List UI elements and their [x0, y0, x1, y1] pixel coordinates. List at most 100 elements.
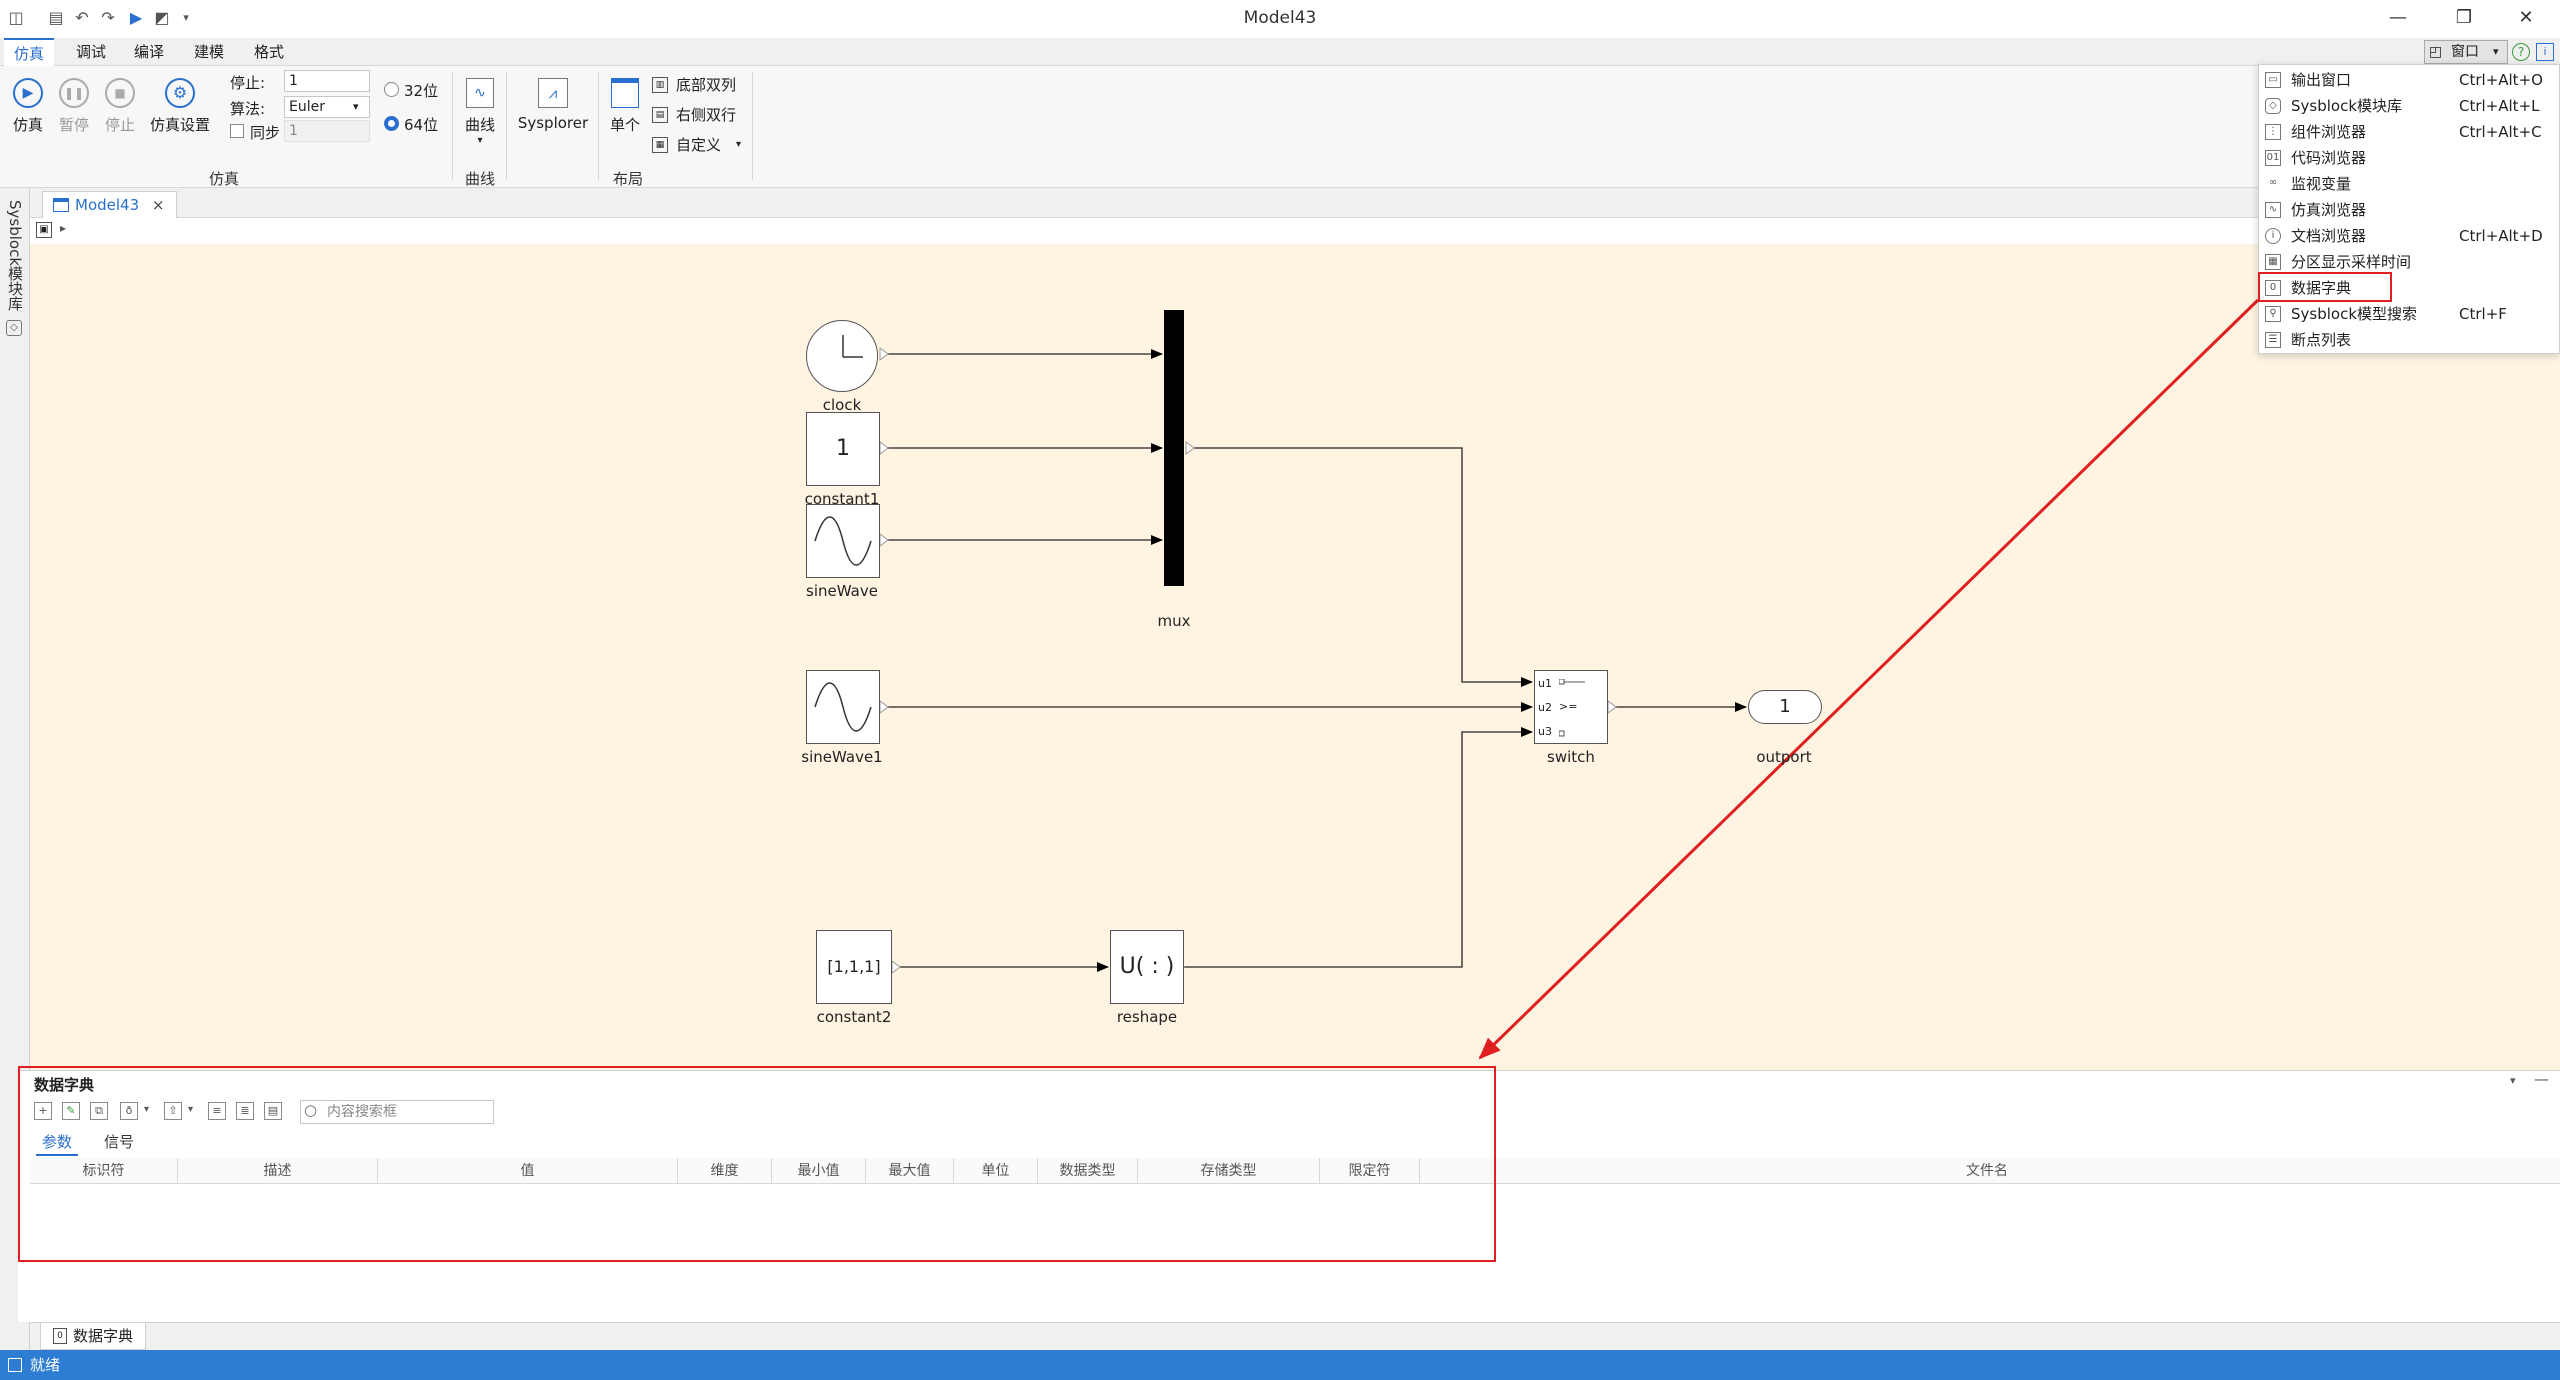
menu-item-breakpoint-list[interactable]: ☰ 断点列表	[2259, 327, 2559, 353]
sim-settings-button[interactable]: ⚙ 仿真设置	[144, 78, 216, 135]
sysblock-library-tab[interactable]: Sysblock模块库	[4, 200, 26, 311]
constant2-label: constant2	[816, 1008, 892, 1026]
chevron-down-icon: ▾	[736, 139, 742, 150]
reshape-label: reshape	[1116, 1008, 1178, 1026]
mux-block[interactable]	[1164, 310, 1184, 586]
clock-block[interactable]	[806, 320, 878, 392]
bottom-tab-bar: 0 数据字典	[30, 1322, 2560, 1350]
sine-icon	[814, 516, 872, 566]
ribbon-separator	[452, 72, 453, 180]
model-root-icon[interactable]: ▣	[36, 222, 52, 238]
title-bar: ◫ ▤ ↶ ↷ ▶ ◩ ▾ Model43 — ❐ ✕	[0, 0, 2560, 38]
pause-button[interactable]: ❚❚ 暂停	[52, 78, 96, 135]
model-canvas[interactable]	[30, 244, 2560, 1070]
stop-button[interactable]: ■ 停止	[98, 78, 142, 135]
minimize-icon[interactable]: —	[2380, 4, 2416, 32]
layout-right-two-row-button[interactable]: ▤ 右侧双行	[652, 104, 736, 126]
layout-icon: ▥	[652, 77, 668, 93]
layout-custom-button[interactable]: ▦ 自定义 ▾	[652, 134, 748, 156]
sinewave-block[interactable]	[806, 504, 880, 578]
chevron-right-icon[interactable]: ▸	[60, 221, 66, 235]
cube-icon: ◇	[6, 320, 22, 336]
tab-simulation[interactable]: 仿真	[4, 38, 55, 66]
restore-icon[interactable]: ❐	[2446, 4, 2482, 32]
window-icon: ◰	[2429, 44, 2443, 60]
ribbon-separator	[506, 72, 507, 180]
simulate-button[interactable]: ▶ 仿真	[6, 78, 50, 135]
help-icon[interactable]: ?	[2512, 43, 2530, 61]
sync-checkbox[interactable]	[230, 124, 244, 138]
column-filename[interactable]: 文件名	[1420, 1158, 2554, 1184]
chevron-down-icon: ▾	[2493, 45, 2499, 58]
sysplorer-button[interactable]: ⩘ Sysplorer	[512, 78, 594, 132]
outport-block[interactable]: 1	[1748, 690, 1822, 724]
play-icon: ▶	[13, 78, 43, 108]
radio-32bit[interactable]	[384, 82, 399, 97]
switch-input-u2: u2	[1538, 701, 1552, 714]
curve-icon: ∿	[466, 78, 494, 108]
sinewave-label: sineWave	[806, 582, 878, 600]
tab-data-dictionary[interactable]: 0 数据字典	[40, 1323, 147, 1350]
menu-item-watch-variables[interactable]: ∞ 监视变量	[2259, 171, 2559, 197]
clock-icon	[842, 335, 863, 358]
switch-block[interactable]: u1 u2 u3 >=	[1534, 670, 1608, 744]
sync-label: 同步	[250, 124, 281, 142]
chevron-down-icon: ▾	[477, 135, 483, 146]
sysplorer-icon: ⩘	[538, 78, 568, 108]
mux-label: mux	[1157, 612, 1191, 630]
algorithm-label: 算法:	[230, 100, 266, 118]
menu-item-code-browser[interactable]: 01 代码浏览器	[2259, 145, 2559, 171]
dictionary-icon: 0	[53, 1328, 67, 1344]
menu-item-sysblock-library[interactable]: ◇ Sysblock模块库 Ctrl+Alt+L	[2259, 93, 2559, 119]
window-menu-button[interactable]: ◰ 窗口 ▾	[2424, 40, 2508, 64]
group-label-layout: 布局	[612, 170, 643, 188]
algorithm-select[interactable]: Euler ▾	[284, 96, 370, 118]
close-tab-icon[interactable]: ×	[152, 196, 165, 214]
layout-icon: ▦	[652, 137, 668, 153]
tab-model43[interactable]: Model43 ×	[42, 191, 178, 218]
menu-item-document-browser[interactable]: i 文档浏览器 Ctrl+Alt+D	[2259, 223, 2559, 249]
info-icon[interactable]: i	[2536, 43, 2554, 61]
status-text: 就绪	[30, 1356, 61, 1374]
simulation-browser-icon: ∿	[2265, 202, 2281, 218]
status-icon	[8, 1358, 22, 1372]
ribbon-separator	[598, 72, 599, 180]
switch-input-u3: u3	[1538, 725, 1552, 738]
sinewave1-block[interactable]	[806, 670, 880, 744]
panel-dropdown-icon[interactable]: ▾	[2510, 1074, 2516, 1087]
ribbon: ▶ 仿真 ❚❚ 暂停 ■ 停止 ⚙ 仿真设置 仿真 停止: 1 算法: Eule…	[0, 66, 2560, 188]
search-icon: ⚲	[2265, 306, 2281, 322]
outport-label: outport	[1756, 748, 1812, 766]
switch-input-u1: u1	[1538, 677, 1552, 690]
sine-icon	[814, 682, 872, 732]
panel-minimize-icon[interactable]: —	[2534, 1070, 2549, 1088]
tab-format[interactable]: 格式	[244, 38, 294, 66]
constant1-block[interactable]: 1	[806, 412, 880, 486]
tab-debug[interactable]: 调试	[66, 38, 116, 66]
curve-button[interactable]: ∿ 曲线 ▾	[458, 78, 502, 146]
layout-bottom-two-col-button[interactable]: ▥ 底部双列	[652, 74, 736, 96]
tab-compile[interactable]: 编译	[124, 38, 174, 66]
reshape-block[interactable]: U( : )	[1110, 930, 1184, 1004]
close-icon[interactable]: ✕	[2508, 4, 2544, 32]
output-window-icon: ▭	[2265, 72, 2281, 88]
menu-item-output-window[interactable]: ▭ 输出窗口 Ctrl+Alt+O	[2259, 67, 2559, 93]
grid-icon: ▦	[2265, 254, 2281, 270]
constant2-block[interactable]: [1,1,1]	[816, 930, 892, 1004]
gear-icon: ⚙	[165, 78, 195, 108]
stop-time-field[interactable]: 1	[284, 70, 370, 92]
switch-label: switch	[1547, 748, 1595, 766]
glasses-icon: ∞	[2268, 177, 2278, 188]
radio-64bit[interactable]	[384, 116, 399, 131]
highlight-box-menu-item	[2258, 272, 2392, 302]
layout-single-button[interactable]: 单个	[604, 78, 646, 135]
window-title: Model43	[1243, 8, 1317, 28]
sync-value-field[interactable]: 1	[284, 120, 370, 142]
menu-item-component-browser[interactable]: ⋮ 组件浏览器 Ctrl+Alt+C	[2259, 119, 2559, 145]
tab-modeling[interactable]: 建模	[184, 38, 234, 66]
group-label-curve: 曲线	[464, 170, 495, 188]
status-bar: 就绪	[0, 1350, 2560, 1380]
info-icon: i	[2265, 228, 2281, 244]
menu-item-simulation-browser[interactable]: ∿ 仿真浏览器	[2259, 197, 2559, 223]
menu-item-sysblock-model-search[interactable]: ⚲ Sysblock模型搜索 Ctrl+F	[2259, 301, 2559, 327]
